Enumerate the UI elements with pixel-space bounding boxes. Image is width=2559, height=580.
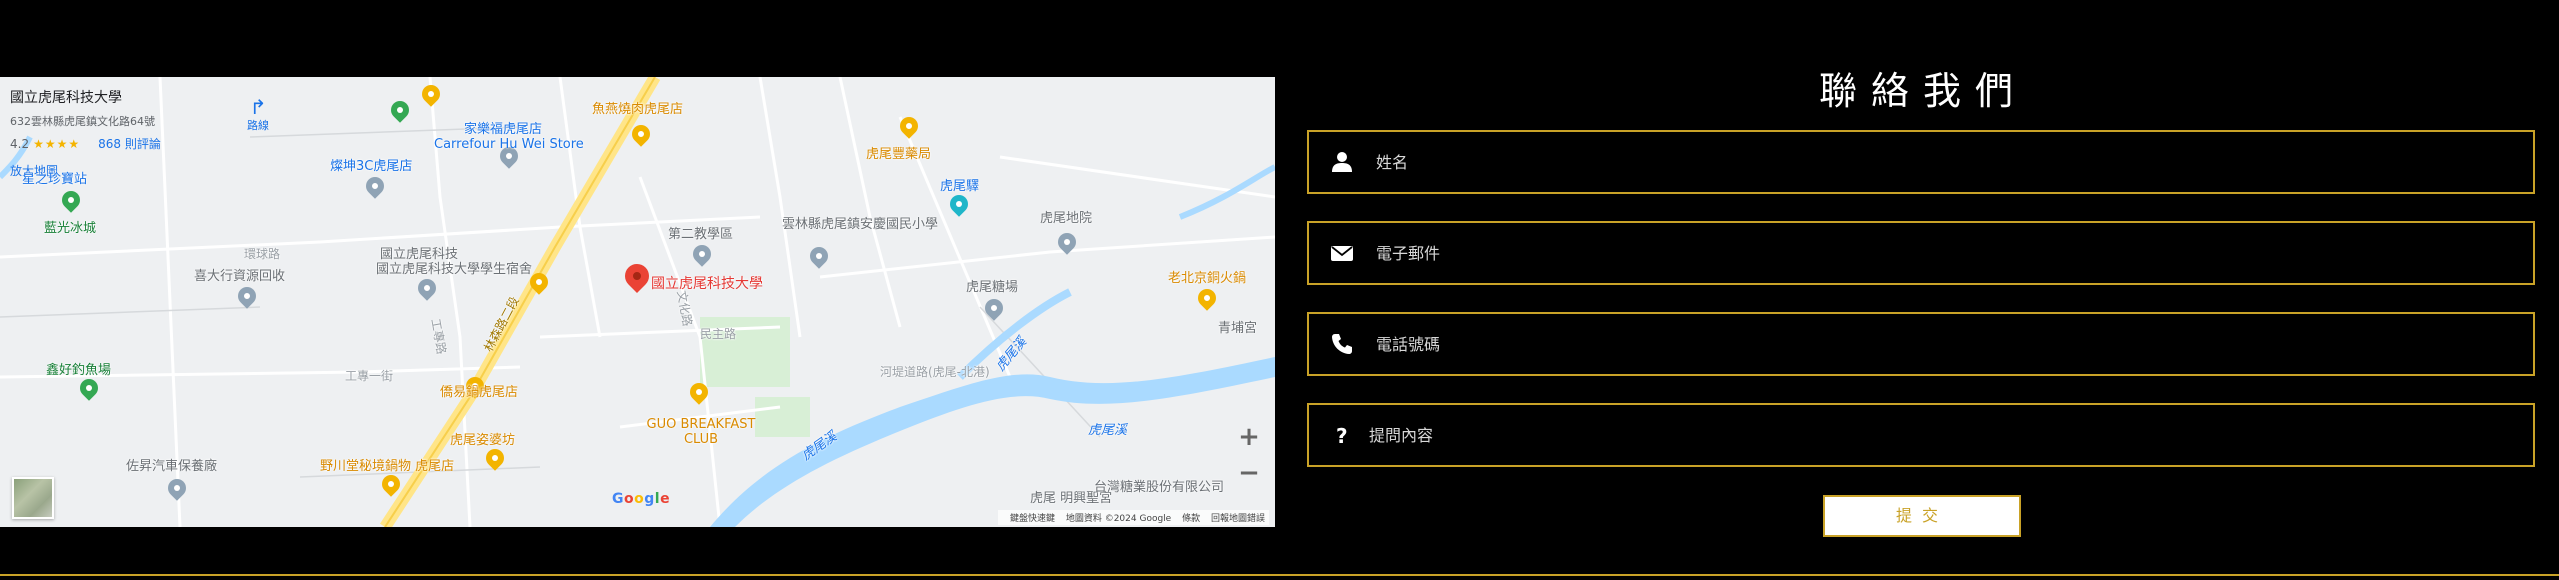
zoom-in-button[interactable]: + — [1237, 424, 1261, 450]
user-icon — [1332, 152, 1352, 172]
question-field[interactable]: ? 提問內容 — [1307, 403, 2535, 467]
name-placeholder: 姓名 — [1376, 153, 1409, 172]
map-label: 喜大行資源回收 — [194, 269, 286, 284]
map-label: 魚燕燒肉虎尾店 — [592, 102, 684, 117]
map-label: 河堤道路(虎尾-北港) — [880, 365, 990, 379]
map-label: 藍光冰城 — [44, 221, 97, 236]
map-label: 虎尾驛 — [940, 179, 980, 194]
reviews-link[interactable]: 868 則評論 — [98, 137, 161, 151]
map-label: 虎尾溪 — [1088, 423, 1128, 438]
submit-button[interactable]: 提交 — [1823, 495, 2021, 537]
phone-field[interactable]: 電話號碼 — [1307, 312, 2535, 376]
map-label: GUO BREAKFAST CLUB — [646, 417, 756, 447]
map-attribution: 鍵盤快速鍵 地圖資料 ©2024 Google 條款 回報地圖錯誤 — [997, 510, 1269, 525]
place-card: 國立虎尾科技大學 632雲林縣虎尾鎮文化路64號 4.2 ★★★★ 868 則評論 … — [10, 87, 250, 179]
keyboard-shortcuts-link[interactable]: 鍵盤快速鍵 — [1010, 514, 1055, 524]
map-label: 虎尾豐藥局 — [866, 147, 932, 162]
google-map[interactable]: 國立虎尾科技大學 632雲林縣虎尾鎮文化路64號 4.2 ★★★★ 868 則評論 … — [0, 77, 1275, 527]
map-label: 虎尾姿婆坊 — [450, 433, 516, 448]
map-label: 民主路 — [700, 327, 737, 341]
contact-title: 聯絡我們 — [1818, 69, 2027, 113]
envelope-icon — [1331, 246, 1353, 261]
map-data-text: 地圖資料 ©2024 Google — [1065, 514, 1172, 524]
report-error-link[interactable]: 回報地圖錯誤 — [1211, 514, 1265, 524]
map-label: 青埔宮 — [1218, 321, 1258, 336]
map-label: Carrefour Hu Wei Store — [434, 137, 584, 152]
map-label: 工專一街 — [345, 369, 394, 383]
map-label: 野川堂秘境鍋物 虎尾店 — [320, 459, 455, 474]
phone-icon — [1332, 334, 1352, 354]
map-label: 老北京銅火鍋 — [1168, 271, 1247, 286]
directions-icon: ↱ — [249, 95, 267, 119]
question-icon: ? — [1336, 424, 1348, 446]
place-rating-row: 4.2 ★★★★ 868 則評論 — [10, 135, 250, 152]
main-pin-label[interactable]: 國立虎尾科技大學 — [651, 277, 763, 292]
map-label: 虎尾糖場 — [966, 280, 1019, 295]
svg-text:?: ? — [1336, 424, 1348, 446]
directions-button[interactable]: ↱ 路線 — [238, 97, 278, 133]
map-label: 僑易鍋虎尾店 — [440, 385, 519, 400]
terms-link[interactable]: 條款 — [1182, 514, 1200, 524]
map-label: 國立虎尾科技大學學生宿舍 — [376, 262, 533, 277]
map-label: 星之珍寶站 — [22, 172, 88, 187]
map-label: 家樂福虎尾店 — [464, 122, 543, 137]
email-placeholder: 電子郵件 — [1376, 244, 1441, 263]
directions-label: 路線 — [247, 119, 269, 132]
map-label: 燦坤3C虎尾店 — [330, 159, 413, 174]
map-label: 佐昇汽車保養廠 — [126, 459, 218, 474]
map-label: 雲林縣虎尾鎮安慶國民小學 — [782, 217, 939, 232]
google-logo: Google — [612, 491, 671, 507]
place-name: 國立虎尾科技大學 — [10, 90, 122, 106]
map-label: 虎尾地院 — [1040, 211, 1093, 226]
satellite-toggle-button[interactable] — [12, 477, 54, 519]
rating-value: 4.2 — [10, 137, 30, 151]
question-placeholder: 提問內容 — [1369, 426, 1434, 445]
map-label: 第二教學區 — [668, 227, 734, 242]
email-field[interactable]: 電子郵件 — [1307, 221, 2535, 285]
zoom-out-button[interactable]: − — [1237, 460, 1261, 486]
rating-stars: ★★★★ — [33, 137, 81, 151]
page: 國立虎尾科技大學 632雲林縣虎尾鎮文化路64號 4.2 ★★★★ 868 則評論 … — [0, 0, 2559, 580]
name-field[interactable]: 姓名 — [1307, 130, 2535, 194]
map-label: 台灣糖業股份有限公司 — [1094, 480, 1225, 495]
phone-placeholder: 電話號碼 — [1376, 335, 1441, 354]
map-label: 環球路 — [244, 247, 281, 261]
map-label: 國立虎尾科技 — [380, 247, 459, 262]
bottom-divider — [0, 574, 2559, 576]
place-address: 632雲林縣虎尾鎮文化路64號 — [10, 115, 155, 128]
contact-section: 聯絡我們 姓名 電子郵件 電話號碼 ? 提問內容 提交 — [1307, 0, 2539, 550]
map-label: 鑫好釣魚場 — [46, 363, 112, 378]
